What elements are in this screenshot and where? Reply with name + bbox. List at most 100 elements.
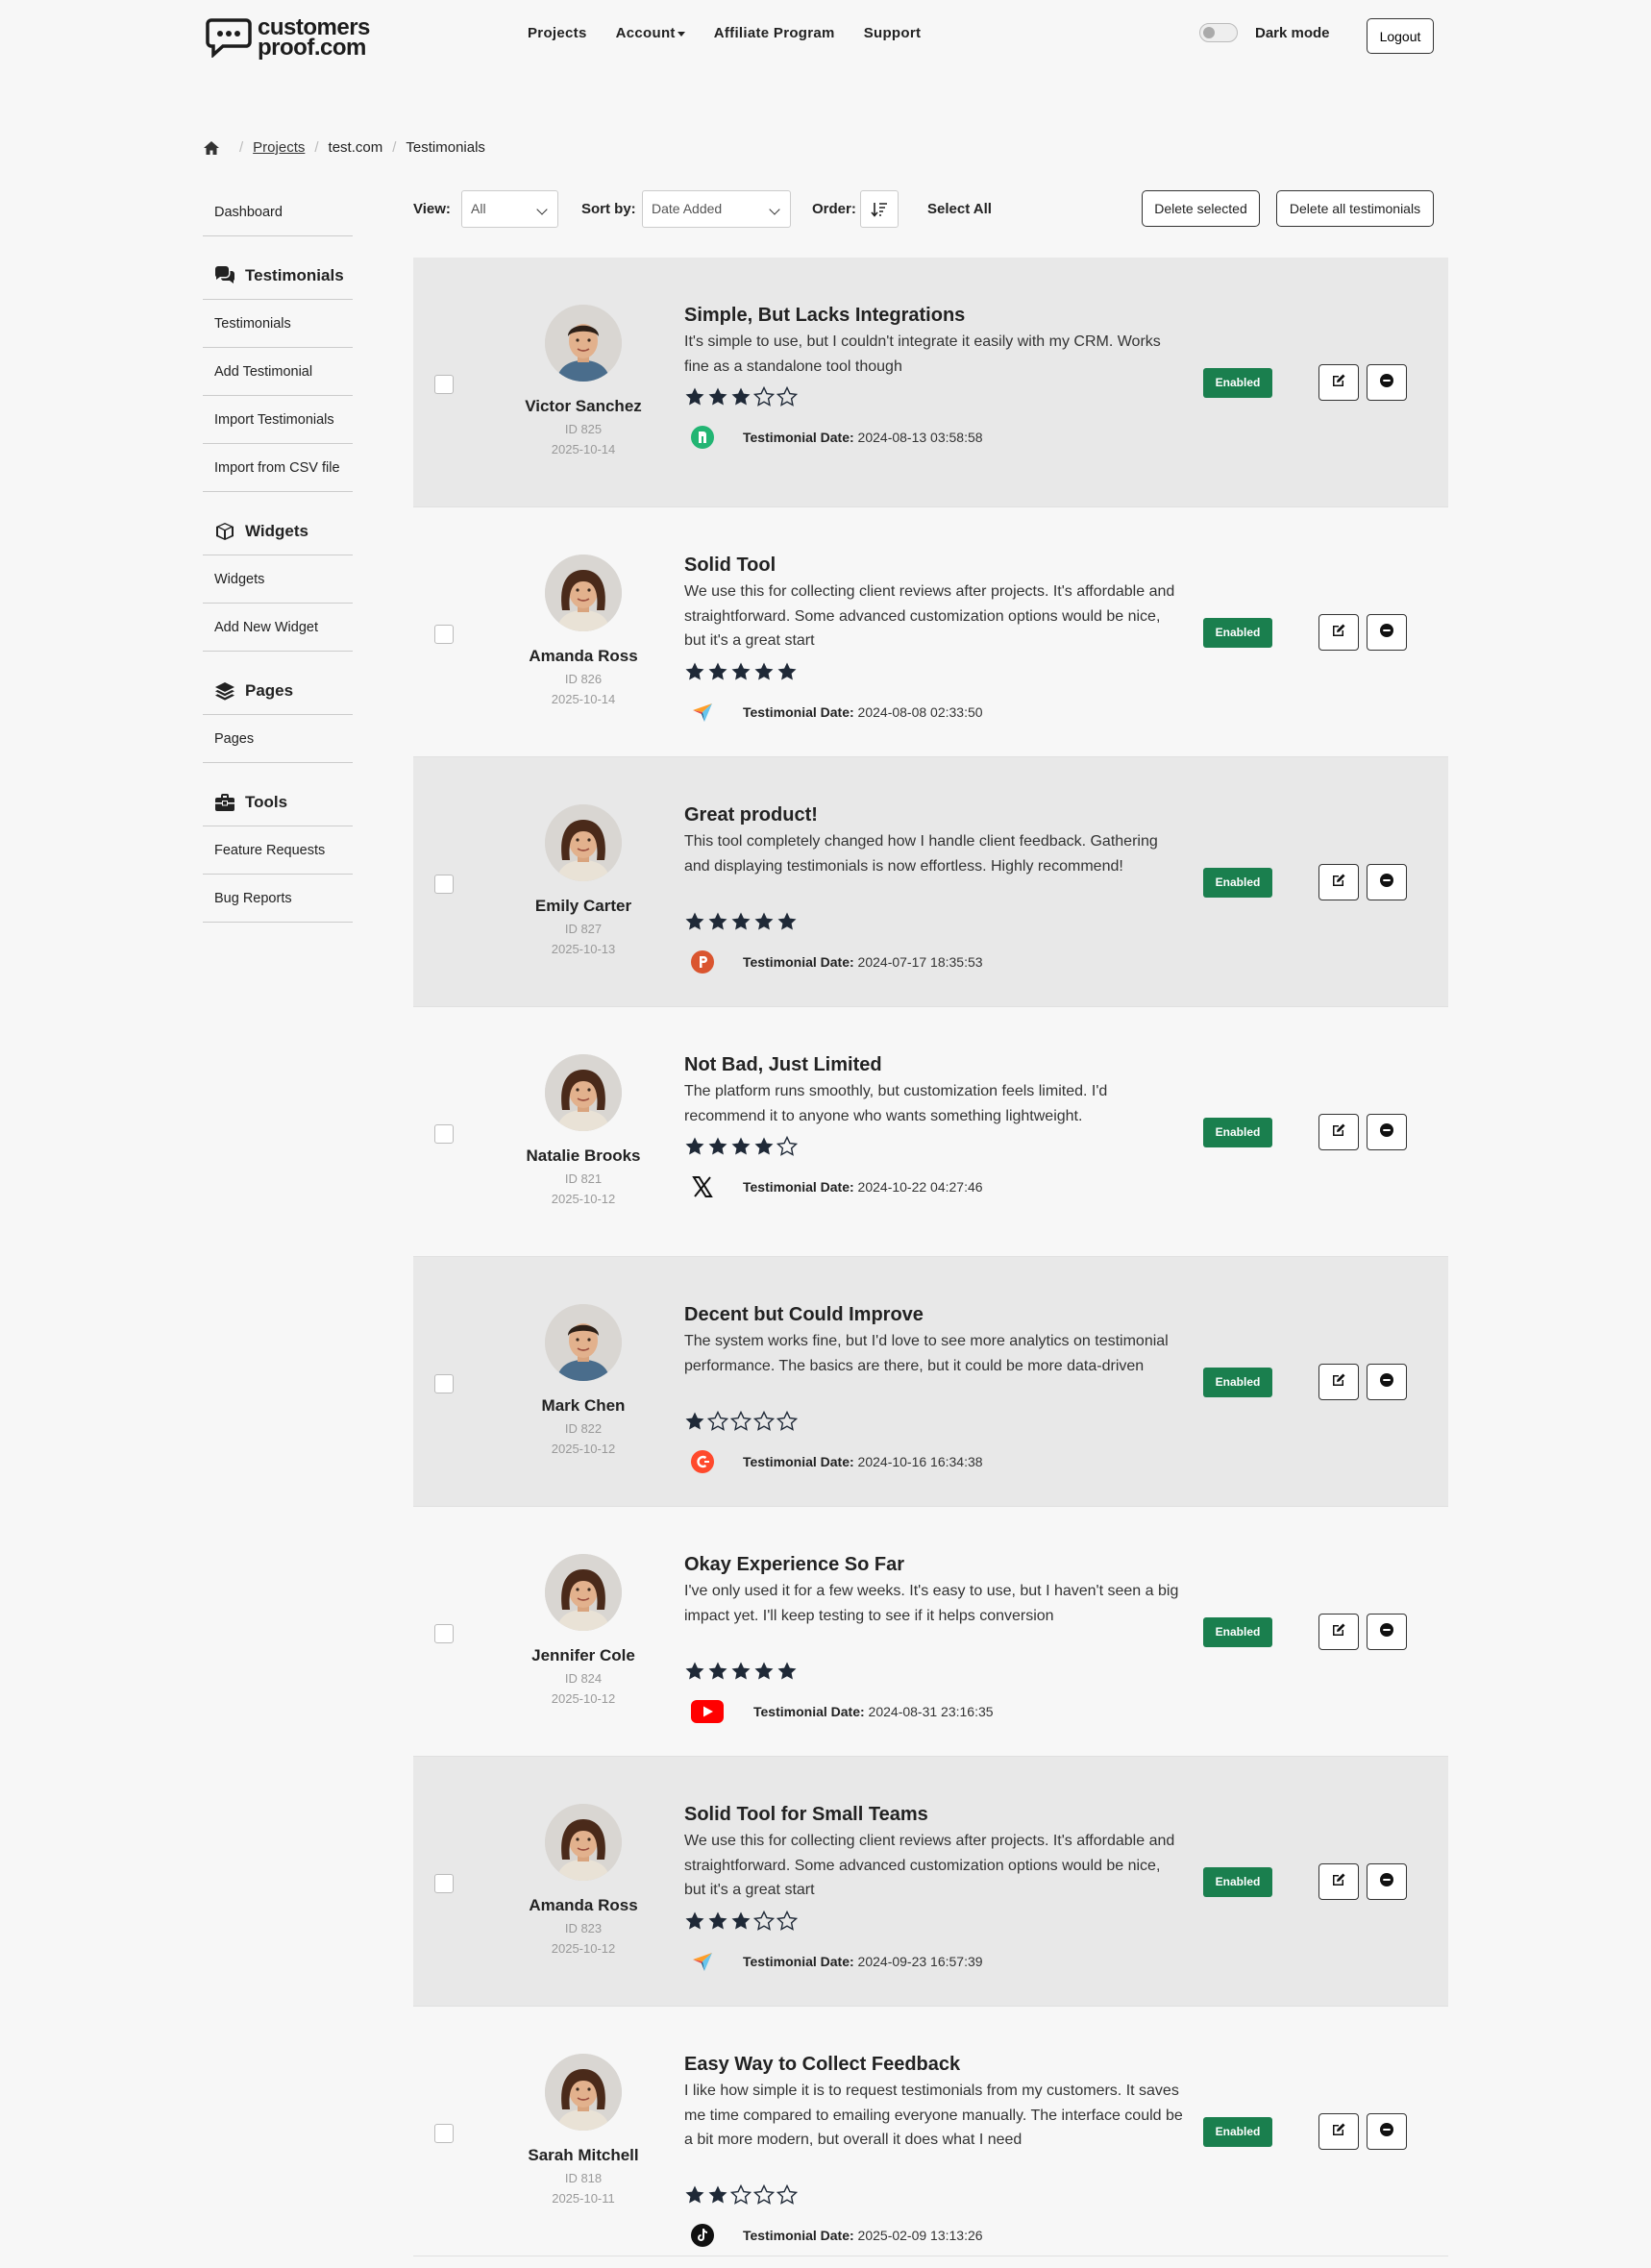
star-filled-icon (685, 1137, 704, 1155)
status-badge[interactable]: Enabled (1203, 368, 1272, 398)
disable-button[interactable] (1367, 864, 1407, 900)
sort-label: Sort by: (581, 201, 636, 217)
minus-circle-icon (1379, 373, 1394, 392)
logout-button[interactable]: Logout (1367, 18, 1434, 54)
status-badge[interactable]: Enabled (1203, 1867, 1272, 1897)
sidebar-section-widgets: Widgets (203, 492, 353, 555)
star-filled-icon (708, 912, 727, 929)
testimonial-date: Testimonial Date: 2024-08-13 03:58:58 (743, 430, 983, 445)
testimonial-card: Mark Chen ID 822 2025-10-12 Decent but Coul… (413, 1257, 1448, 1507)
avatar (545, 555, 622, 631)
status-badge[interactable]: Enabled (1203, 2117, 1272, 2147)
edit-button[interactable] (1318, 1614, 1359, 1650)
select-checkbox[interactable] (434, 1874, 454, 1893)
edit-button[interactable] (1318, 364, 1359, 401)
star-empty-icon (776, 1910, 798, 1931)
sidebar-item-widgets[interactable]: Widgets (203, 555, 353, 604)
sidebar-item-feature-requests[interactable]: Feature Requests (203, 826, 353, 875)
edit-button[interactable] (1318, 2113, 1359, 2150)
sidebar-item-bug-reports[interactable]: Bug Reports (203, 875, 353, 923)
logo[interactable]: customers proof.com (206, 16, 370, 60)
disable-button[interactable] (1367, 2113, 1407, 2150)
testimonial-title: Solid Tool for Small Teams (684, 1804, 928, 1825)
minus-circle-icon (1379, 1622, 1394, 1641)
sidebar-item-import-csv[interactable]: Import from CSV file (203, 444, 353, 492)
star-rating (684, 1136, 798, 1157)
disable-button[interactable] (1367, 1364, 1407, 1400)
testimonial-title: Solid Tool (684, 555, 776, 576)
star-empty-icon (753, 386, 775, 407)
status-badge[interactable]: Enabled (1203, 1368, 1272, 1397)
nav-account[interactable]: Account (616, 25, 685, 41)
nav-support[interactable]: Support (864, 25, 922, 41)
layers-icon (215, 681, 234, 701)
select-checkbox[interactable] (434, 375, 454, 394)
edit-button[interactable] (1318, 1114, 1359, 1150)
select-checkbox[interactable] (434, 1374, 454, 1393)
testimonial-date: Testimonial Date: 2024-08-08 02:33:50 (743, 703, 983, 720)
star-filled-icon (731, 912, 751, 929)
testimonial-body: We use this for collecting client review… (684, 1833, 1175, 1898)
producthunt-icon (690, 949, 715, 974)
select-checkbox[interactable] (434, 625, 454, 644)
disable-button[interactable] (1367, 1863, 1407, 1900)
sort-select[interactable]: Date Added (642, 190, 791, 228)
star-empty-icon (753, 1410, 775, 1431)
status-badge[interactable]: Enabled (1203, 1118, 1272, 1147)
testimonial-title: Simple, But Lacks Integrations (684, 305, 966, 326)
sort-descending-icon (871, 202, 887, 217)
home-icon[interactable] (203, 140, 220, 156)
star-rating (684, 2184, 798, 2206)
dark-mode-toggle[interactable] (1199, 23, 1238, 42)
star-filled-icon (777, 662, 797, 679)
delete-selected-button[interactable]: Delete selected (1142, 190, 1260, 227)
edit-button[interactable] (1318, 1863, 1359, 1900)
select-checkbox[interactable] (434, 1624, 454, 1643)
view-select[interactable]: All (461, 190, 558, 228)
breadcrumb-projects[interactable]: Projects (253, 139, 305, 156)
star-rating (684, 911, 798, 932)
order-label: Order: (812, 201, 856, 217)
select-checkbox[interactable] (434, 2124, 454, 2143)
tiktok-icon (690, 2223, 715, 2248)
testimonial-title: Decent but Could Improve (684, 1304, 924, 1325)
star-filled-icon (685, 2185, 704, 2204)
edit-button[interactable] (1318, 864, 1359, 900)
added-date: 2025-10-14 (551, 692, 616, 706)
sidebar-item-import-testimonials[interactable]: Import Testimonials (203, 396, 353, 444)
main-nav: Projects Account Affiliate Program Suppo… (528, 25, 949, 41)
select-checkbox[interactable] (434, 875, 454, 894)
disable-button[interactable] (1367, 1114, 1407, 1150)
delete-all-button[interactable]: Delete all testimonials (1276, 190, 1434, 227)
status-badge[interactable]: Enabled (1203, 868, 1272, 898)
nav-affiliate-program[interactable]: Affiliate Program (714, 25, 835, 41)
sidebar-item-add-new-widget[interactable]: Add New Widget (203, 604, 353, 652)
x-icon (690, 1174, 715, 1199)
order-button[interactable] (860, 190, 899, 228)
status-badge[interactable]: Enabled (1203, 618, 1272, 648)
star-rating (684, 661, 798, 682)
disable-button[interactable] (1367, 1614, 1407, 1650)
nav-projects[interactable]: Projects (528, 25, 587, 41)
testimonial-card: Emily Carter ID 827 2025-10-13 Great produc… (413, 757, 1448, 1007)
star-empty-icon (707, 1410, 728, 1431)
sidebar-item-pages[interactable]: Pages (203, 715, 353, 763)
testimonial-body: I like how simple it is to request testi… (684, 2083, 1183, 2148)
sidebar: Dashboard Testimonials Testimonials Add … (203, 188, 353, 923)
avatar (545, 305, 622, 382)
sidebar-item-dashboard[interactable]: Dashboard (203, 188, 353, 236)
sidebar-item-testimonials[interactable]: Testimonials (203, 300, 353, 348)
status-badge[interactable]: Enabled (1203, 1617, 1272, 1647)
sidebar-item-add-testimonial[interactable]: Add Testimonial (203, 348, 353, 396)
author-name: Amanda Ross (529, 1896, 638, 1914)
testimonial-date: Testimonial Date: 2024-09-23 16:57:39 (743, 1953, 983, 1969)
star-empty-icon (753, 1910, 775, 1931)
edit-button[interactable] (1318, 1364, 1359, 1400)
minus-circle-icon (1379, 1122, 1394, 1142)
select-checkbox[interactable] (434, 1124, 454, 1144)
disable-button[interactable] (1367, 614, 1407, 651)
select-all-link[interactable]: Select All (927, 201, 992, 217)
edit-button[interactable] (1318, 614, 1359, 651)
disable-button[interactable] (1367, 364, 1407, 401)
added-date: 2025-10-12 (551, 1691, 616, 1706)
